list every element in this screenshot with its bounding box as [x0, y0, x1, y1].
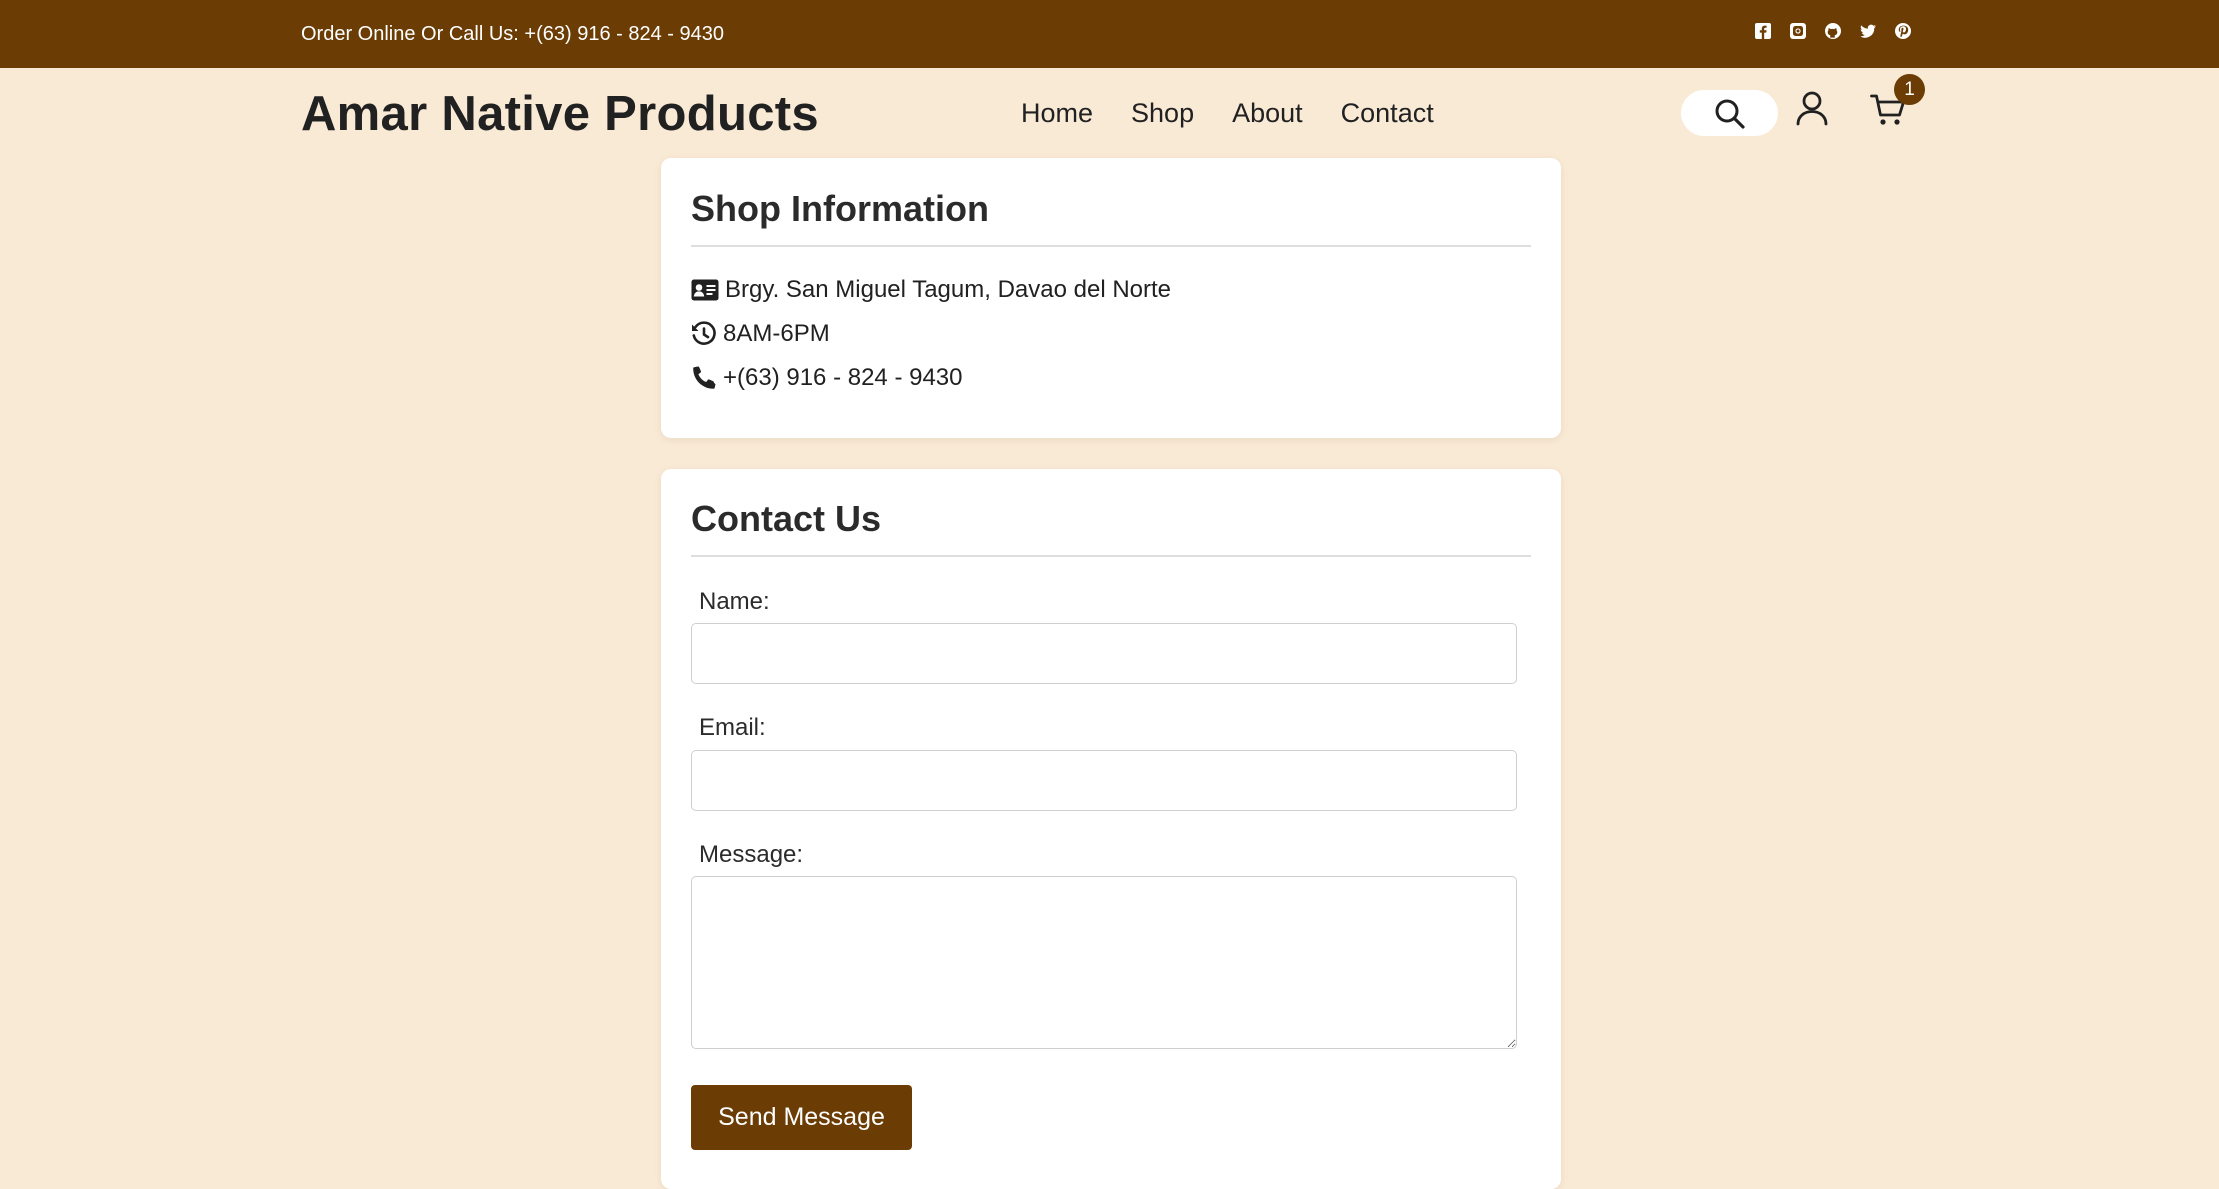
message-label: Message:	[699, 841, 804, 868]
contact-us-title: Contact Us	[691, 498, 882, 539]
phone-row: +(63) 916 - 824 - 9430	[691, 362, 963, 394]
email-label: Email:	[699, 714, 766, 741]
social-links	[1754, 22, 1912, 40]
top-bar: Order Online Or Call Us: +(63) 916 - 824…	[0, 0, 2219, 68]
search-button[interactable]	[1681, 90, 1778, 136]
shop-phone: +(63) 916 - 824 - 9430	[723, 364, 963, 391]
shop-address: Brgy. San Miguel Tagum, Davao del Norte	[725, 276, 1172, 303]
github-icon[interactable]	[1824, 22, 1842, 40]
name-label: Name:	[699, 588, 770, 615]
facebook-icon[interactable]	[1754, 22, 1772, 40]
phone-icon	[693, 366, 716, 389]
cart-count-badge: 1	[1894, 74, 1925, 105]
twitter-icon[interactable]	[1859, 22, 1877, 40]
shop-information-title: Shop Information	[691, 188, 989, 229]
order-call-text: Order Online Or Call Us: +(63) 916 - 824…	[301, 23, 724, 45]
nav-shop-link[interactable]: Shop	[1131, 94, 1194, 132]
email-input[interactable]	[691, 750, 1517, 811]
contact-us-divider	[691, 555, 1531, 557]
hours-row: 8AM-6PM	[691, 318, 830, 350]
address-card-icon	[691, 279, 719, 301]
nav-home-link[interactable]: Home	[1021, 94, 1093, 132]
shop-information-divider	[691, 245, 1531, 247]
account-button[interactable]	[1795, 90, 1829, 131]
address-row: Brgy. San Miguel Tagum, Davao del Norte	[691, 274, 1171, 306]
shop-hours: 8AM-6PM	[723, 320, 830, 347]
nav-contact-link[interactable]: Contact	[1341, 94, 1434, 132]
message-textarea[interactable]	[691, 876, 1517, 1049]
send-message-button[interactable]: Send Message	[691, 1085, 912, 1150]
nav-about-link[interactable]: About	[1232, 94, 1303, 132]
contact-us-card: Contact Us Name: Email: Message: Send Me…	[661, 469, 1561, 1189]
pinterest-icon[interactable]	[1894, 22, 1912, 40]
user-icon	[1796, 91, 1828, 126]
clock-history-icon	[692, 321, 716, 345]
main-nav: Home Shop About Contact	[1021, 94, 1434, 132]
brand-logo-text[interactable]: Amar Native Products	[301, 84, 819, 144]
search-icon	[1715, 99, 1745, 129]
instagram-icon[interactable]	[1789, 22, 1807, 40]
shop-information-card: Shop Information Brgy. San Miguel Tagum,…	[661, 158, 1561, 438]
name-input[interactable]	[691, 623, 1517, 684]
